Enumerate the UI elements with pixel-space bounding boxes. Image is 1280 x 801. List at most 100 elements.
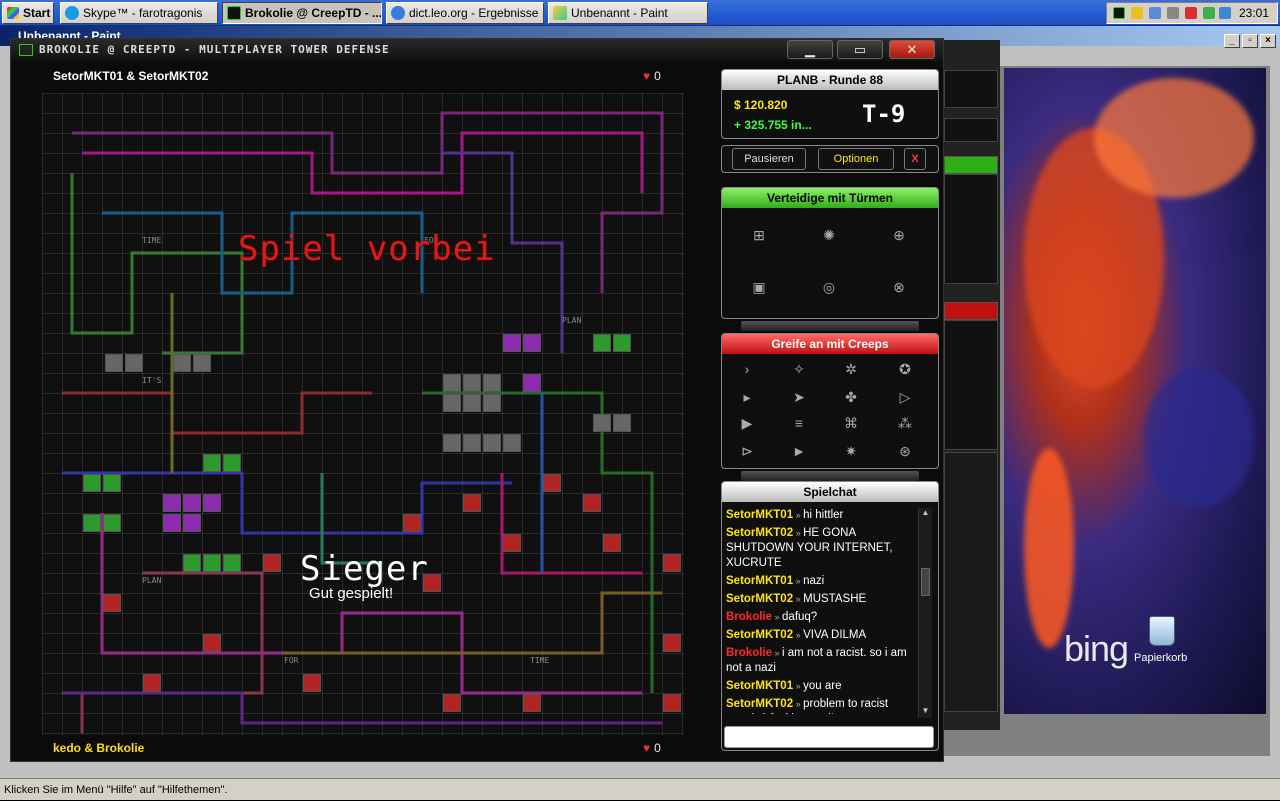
tower[interactable] [613, 334, 631, 352]
tower[interactable] [463, 394, 481, 412]
task-paint[interactable]: Unbenannt - Paint [548, 2, 708, 24]
creep-slot-7[interactable]: ✤ [840, 386, 862, 408]
tower[interactable] [163, 514, 181, 532]
maximize-button[interactable]: ▫ [1242, 34, 1258, 48]
tower[interactable] [125, 354, 143, 372]
options-button[interactable]: Optionen [818, 148, 894, 170]
chat-input[interactable] [724, 726, 934, 748]
tower[interactable] [503, 534, 521, 552]
chat-scrollbar[interactable]: ▲ ▼ [918, 508, 932, 718]
tower[interactable] [503, 434, 521, 452]
minimize-button[interactable]: ▁ [787, 40, 833, 59]
tower[interactable] [203, 554, 221, 572]
tower[interactable] [203, 634, 221, 652]
close-button[interactable]: ✕ [889, 40, 935, 59]
tower[interactable] [83, 474, 101, 492]
tower[interactable] [183, 494, 201, 512]
creep-slot-13[interactable]: ⊳ [736, 440, 758, 462]
tower[interactable] [583, 494, 601, 512]
creep-slot-8[interactable]: ▷ [894, 386, 916, 408]
game-board[interactable]: TIME FOR IT'S PLAN PLAN FOR TIME Spiel v… [42, 93, 684, 735]
tower[interactable] [603, 534, 621, 552]
recycle-bin-icon[interactable] [1149, 616, 1175, 646]
creeptd-tray-icon[interactable] [1113, 7, 1125, 19]
tower[interactable] [183, 514, 201, 532]
creep-slot-10[interactable]: ≡ [788, 412, 810, 434]
tower[interactable] [443, 694, 461, 712]
creep-slot-15[interactable]: ✷ [840, 440, 862, 462]
antivirus-icon[interactable] [1185, 7, 1197, 19]
tower[interactable] [593, 414, 611, 432]
tower[interactable] [443, 434, 461, 452]
bluetooth-icon[interactable] [1219, 7, 1231, 19]
tower-slot-3[interactable]: ⊕ [888, 224, 910, 246]
tower[interactable] [483, 374, 501, 392]
scroll-down-icon[interactable]: ▼ [920, 706, 931, 718]
network-icon[interactable] [1149, 7, 1161, 19]
tower[interactable] [403, 514, 421, 532]
tower[interactable] [263, 554, 281, 572]
tower[interactable] [143, 674, 161, 692]
tower[interactable] [593, 334, 611, 352]
creep-slot-5[interactable]: ▸ [736, 386, 758, 408]
tower[interactable] [503, 334, 521, 352]
tower-slot-2[interactable]: ✺ [818, 224, 840, 246]
minimize-button[interactable]: _ [1224, 34, 1240, 48]
tower[interactable] [463, 374, 481, 392]
creep-slot-2[interactable]: ✧ [788, 358, 810, 380]
update-icon[interactable] [1203, 7, 1215, 19]
creep-slot-1[interactable]: › [736, 358, 758, 380]
tower[interactable] [663, 634, 681, 652]
quit-button[interactable]: X [904, 148, 926, 170]
task-skype[interactable]: Skype™ - farotragonis [60, 2, 218, 24]
tower[interactable] [303, 674, 321, 692]
pause-button[interactable]: Pausieren [732, 148, 806, 170]
tower[interactable] [443, 394, 461, 412]
tower[interactable] [203, 454, 221, 472]
tower[interactable] [483, 394, 501, 412]
tower[interactable] [203, 494, 221, 512]
tower[interactable] [83, 514, 101, 532]
tower-slot-4[interactable]: ▣ [748, 276, 770, 298]
task-creeptd[interactable]: Brokolie @ CreepTD - ... [222, 2, 382, 24]
scroll-up-icon[interactable]: ▲ [920, 508, 931, 520]
tower-slot-5[interactable]: ◎ [818, 276, 840, 298]
creep-slot-11[interactable]: ⌘ [840, 412, 862, 434]
creep-slot-6[interactable]: ➤ [788, 386, 810, 408]
tower[interactable] [223, 554, 241, 572]
creep-slot-16[interactable]: ⊛ [894, 440, 916, 462]
creep-slot-3[interactable]: ✲ [840, 358, 862, 380]
tower[interactable] [523, 334, 541, 352]
tower[interactable] [663, 554, 681, 572]
creep-slot-4[interactable]: ✪ [894, 358, 916, 380]
tower[interactable] [543, 474, 561, 492]
tower[interactable] [463, 494, 481, 512]
tower-slot-6[interactable]: ⊗ [888, 276, 910, 298]
tower[interactable] [183, 554, 201, 572]
task-leo[interactable]: dict.leo.org - Ergebnisse ... [386, 2, 544, 24]
tower[interactable] [223, 454, 241, 472]
tower[interactable] [193, 354, 211, 372]
tower[interactable] [483, 434, 501, 452]
creep-slot-9[interactable]: ▶ [736, 412, 758, 434]
tower[interactable] [523, 694, 541, 712]
close-button[interactable]: × [1260, 34, 1276, 48]
tower[interactable] [463, 434, 481, 452]
creep-slot-14[interactable]: ► [788, 440, 810, 462]
tower[interactable] [613, 414, 631, 432]
tower-slot-1[interactable]: ⊞ [748, 224, 770, 246]
tower[interactable] [103, 514, 121, 532]
shield-icon[interactable] [1131, 7, 1143, 19]
volume-icon[interactable] [1167, 7, 1179, 19]
scroll-thumb[interactable] [921, 568, 930, 596]
tower[interactable] [105, 354, 123, 372]
recycle-bin-label[interactable]: Papierkorb [1134, 652, 1187, 664]
maximize-button[interactable]: ▭ [837, 40, 883, 59]
tower[interactable] [663, 694, 681, 712]
start-button[interactable]: Start [2, 2, 54, 24]
tower[interactable] [103, 474, 121, 492]
creep-slot-12[interactable]: ⁂ [894, 412, 916, 434]
tower[interactable] [443, 374, 461, 392]
tower[interactable] [163, 494, 181, 512]
tower[interactable] [173, 354, 191, 372]
